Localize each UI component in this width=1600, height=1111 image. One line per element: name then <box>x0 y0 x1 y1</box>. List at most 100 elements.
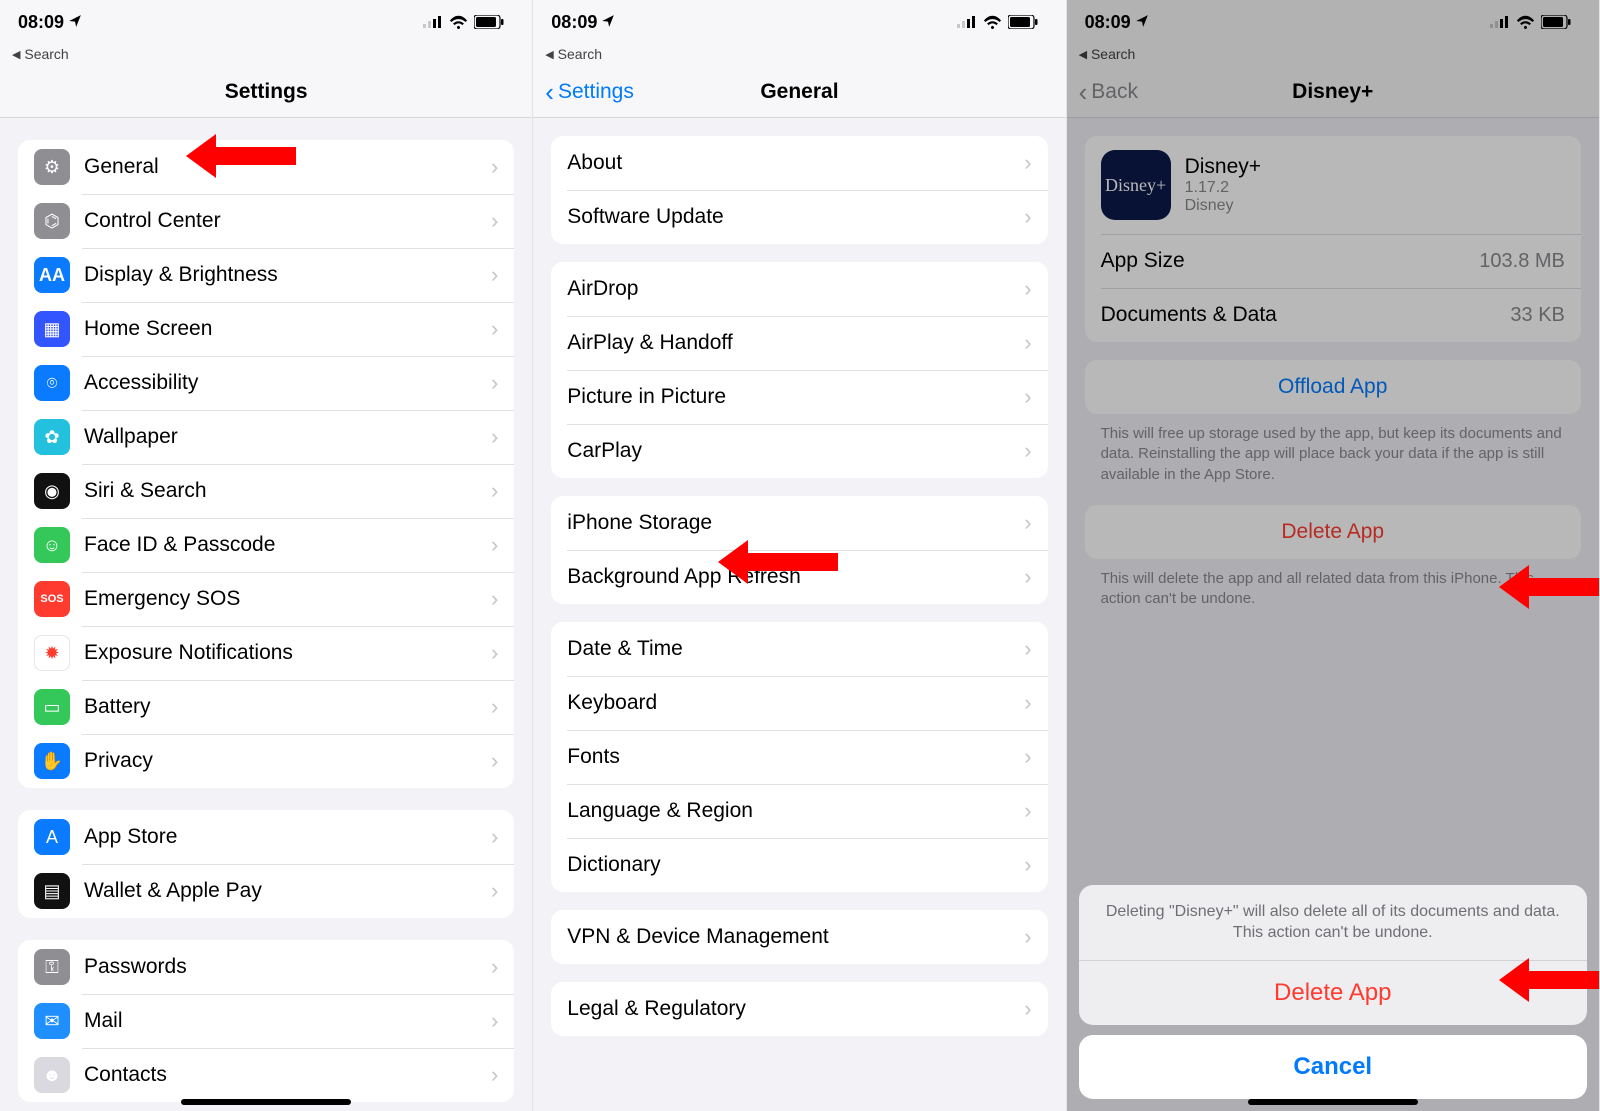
page-title: General <box>760 80 838 104</box>
general-row[interactable]: About› <box>551 136 1047 190</box>
general-group: Date & Time›Keyboard›Fonts›Language & Re… <box>551 622 1047 892</box>
general-row[interactable]: VPN & Device Management› <box>551 910 1047 964</box>
row-label: Picture in Picture <box>567 385 1016 409</box>
stat-row: Documents & Data 33 KB <box>1085 288 1581 342</box>
general-row[interactable]: AirPlay & Handoff› <box>551 316 1047 370</box>
row-label: CarPlay <box>567 439 1016 463</box>
general-row[interactable]: Keyboard› <box>551 676 1047 730</box>
settings-list[interactable]: ⚙General›⌬Control Center›AADisplay & Bri… <box>0 118 532 1111</box>
general-row[interactable]: Legal & Regulatory› <box>551 982 1047 1036</box>
home-indicator[interactable] <box>181 1099 351 1105</box>
breadcrumb-back[interactable]: ◀ Search <box>0 44 532 66</box>
stat-row: App Size 103.8 MB <box>1085 234 1581 288</box>
status-bar: 08:09 <box>533 0 1065 44</box>
general-row[interactable]: Fonts › <box>551 730 1047 784</box>
general-list[interactable]: About›Software Update›AirDrop›AirPlay & … <box>533 118 1065 1111</box>
breadcrumb-back[interactable]: ◀ Search <box>533 44 1065 66</box>
wifi-icon <box>449 15 468 29</box>
chevron-right-icon: › <box>491 532 498 558</box>
row-label: Display & Brightness <box>84 263 483 287</box>
breadcrumb-label: Search <box>24 46 68 62</box>
clock: 08:09 <box>18 12 64 33</box>
settings-row[interactable]: ◉Siri & Search› <box>18 464 514 518</box>
settings-row[interactable]: ⚿Passwords› <box>18 940 514 994</box>
chevron-right-icon: › <box>491 824 498 850</box>
breadcrumb-label: Search <box>1091 46 1135 62</box>
row-label: Contacts <box>84 1063 483 1087</box>
battery-icon <box>1008 15 1038 29</box>
general-row[interactable]: Dictionary › <box>551 838 1047 892</box>
back-label: Settings <box>558 80 634 104</box>
location-icon <box>601 12 615 33</box>
back-button[interactable]: ‹Settings <box>545 79 634 105</box>
row-label: Emergency SOS <box>84 587 483 611</box>
offload-note: This will free up storage used by the ap… <box>1085 414 1581 487</box>
row-label: Control Center <box>84 209 483 233</box>
settings-row[interactable]: ⌬Control Center› <box>18 194 514 248</box>
back-button[interactable]: ‹Back <box>1079 79 1138 105</box>
chevron-right-icon: › <box>491 694 498 720</box>
settings-row[interactable]: ☺ Face ID & Passcode › <box>18 518 514 572</box>
row-label: Mail <box>84 1009 483 1033</box>
chevron-left-icon: ‹ <box>1079 79 1088 105</box>
row-label: Face ID & Passcode <box>84 533 483 557</box>
general-group: About›Software Update› <box>551 136 1047 244</box>
delete-app-button[interactable]: Delete App <box>1085 505 1581 559</box>
breadcrumb-back[interactable]: ◀ Search <box>1067 44 1599 66</box>
chevron-right-icon: › <box>1024 564 1031 590</box>
chevron-right-icon: › <box>1024 744 1031 770</box>
offload-app-button[interactable]: Offload App <box>1085 360 1581 414</box>
chevron-right-icon: › <box>491 1008 498 1034</box>
settings-row[interactable]: ▭Battery› <box>18 680 514 734</box>
chevron-right-icon: › <box>491 478 498 504</box>
cellular-icon <box>1490 16 1510 28</box>
general-row[interactable]: Date & Time› <box>551 622 1047 676</box>
annotation-arrow-sheet-delete <box>1499 958 1599 1002</box>
grid-icon: ▦ <box>34 311 70 347</box>
settings-row[interactable]: ☻Contacts› <box>18 1048 514 1102</box>
row-label: Dictionary <box>567 853 1016 877</box>
settings-row[interactable]: AADisplay & Brightness› <box>18 248 514 302</box>
text-size-icon: AA <box>34 257 70 293</box>
stat-value: 33 KB <box>1510 304 1564 327</box>
chevron-right-icon: › <box>1024 852 1031 878</box>
hand-icon: ✋ <box>34 743 70 779</box>
settings-row[interactable]: ✹Exposure Notifications› <box>18 626 514 680</box>
settings-row[interactable]: ▦Home Screen› <box>18 302 514 356</box>
row-label: About <box>567 151 1016 175</box>
general-row[interactable]: Language & Region› <box>551 784 1047 838</box>
settings-row[interactable]: ⌾Accessibility› <box>18 356 514 410</box>
chevron-right-icon: › <box>491 208 498 234</box>
person-icon: ⌾ <box>34 365 70 401</box>
chevron-right-icon: › <box>1024 924 1031 950</box>
settings-row[interactable]: ✿Wallpaper› <box>18 410 514 464</box>
chevron-right-icon: › <box>491 878 498 904</box>
offload-group: Offload App <box>1085 360 1581 414</box>
row-label: Software Update <box>567 205 1016 229</box>
row-label: Passwords <box>84 955 483 979</box>
chevron-right-icon: › <box>491 954 498 980</box>
general-row[interactable]: Picture in Picture› <box>551 370 1047 424</box>
gear-icon: ⚙ <box>34 149 70 185</box>
general-row[interactable]: CarPlay› <box>551 424 1047 478</box>
general-row[interactable]: AirDrop› <box>551 262 1047 316</box>
contacts-icon: ☻ <box>34 1057 70 1093</box>
settings-row[interactable]: AApp Store› <box>18 810 514 864</box>
stat-label: App Size <box>1101 249 1480 273</box>
settings-row[interactable]: ✉Mail› <box>18 994 514 1048</box>
general-group: Legal & Regulatory› <box>551 982 1047 1036</box>
screenshot-general: 08:09 ◀ Search ‹Settings General About›S… <box>533 0 1066 1111</box>
sheet-cancel-button[interactable]: Cancel <box>1079 1035 1587 1099</box>
chevron-right-icon: › <box>1024 690 1031 716</box>
faceid-icon: ☺ <box>34 527 70 563</box>
delete-group: Delete App <box>1085 505 1581 559</box>
chevron-right-icon: › <box>1024 510 1031 536</box>
settings-row[interactable]: ✋Privacy› <box>18 734 514 788</box>
row-label: Fonts <box>567 745 1016 769</box>
settings-row[interactable]: ▤Wallet & Apple Pay› <box>18 864 514 918</box>
location-icon <box>68 12 82 33</box>
settings-row[interactable]: SOSEmergency SOS› <box>18 572 514 626</box>
row-label: Date & Time <box>567 637 1016 661</box>
general-row[interactable]: Software Update› <box>551 190 1047 244</box>
home-indicator[interactable] <box>1248 1099 1418 1105</box>
